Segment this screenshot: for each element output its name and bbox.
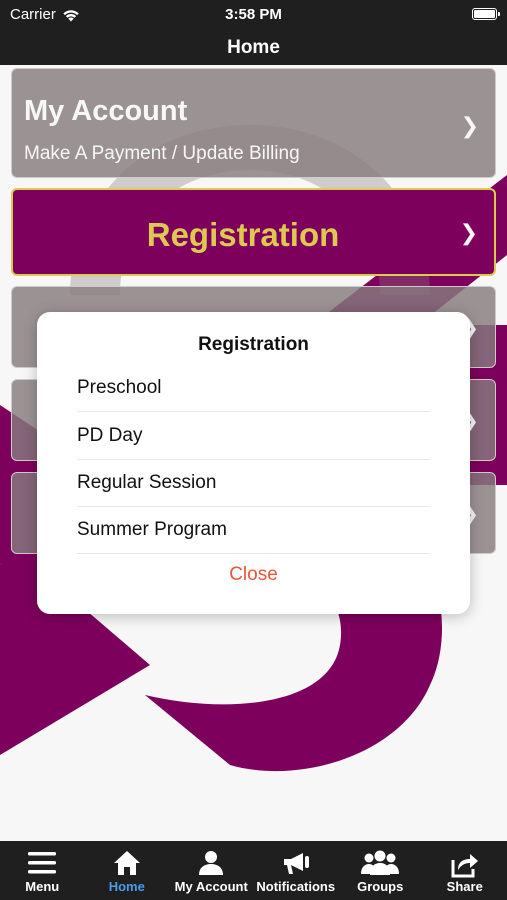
tab-menu[interactable]: Menu [0, 841, 85, 900]
nav-bar: Home [0, 30, 507, 65]
close-button[interactable]: Close [37, 564, 470, 586]
tab-my-account[interactable]: My Account [169, 841, 254, 900]
page-title: Home [227, 37, 280, 58]
option-pd-day[interactable]: PD Day [77, 412, 430, 460]
dialog-title: Registration [198, 334, 309, 355]
tab-groups-label: Groups [357, 879, 404, 894]
tab-groups[interactable]: Groups [338, 841, 423, 900]
option-summer-program[interactable]: Summer Program [77, 506, 430, 554]
tab-notifications[interactable]: Notifications [254, 841, 339, 900]
status-time: 3:58 PM [225, 6, 282, 23]
status-bar: Carrier 3:58 PM [0, 0, 507, 30]
groups-icon [361, 850, 400, 875]
tab-home-label: Home [108, 879, 145, 894]
share-icon [451, 854, 478, 878]
registration-dialog: Registration Preschool PD Day Regular Se… [37, 312, 470, 614]
tab-share[interactable]: Share [423, 841, 507, 900]
menu-icon [28, 852, 57, 874]
option-regular-session[interactable]: Regular Session [77, 459, 430, 507]
option-preschool[interactable]: Preschool [77, 364, 430, 412]
tab-home[interactable]: Home [85, 841, 170, 900]
tab-share-label: Share [446, 879, 483, 894]
tab-notifications-label: Notifications [256, 879, 336, 894]
battery-icon [472, 8, 500, 20]
tab-my-account-label: My Account [174, 879, 248, 894]
tab-bar: Menu Home My Account Notifications Group… [0, 841, 507, 900]
tab-menu-label: Menu [25, 879, 60, 894]
person-icon [199, 851, 224, 875]
megaphone-icon [283, 853, 309, 874]
home-icon [113, 851, 140, 875]
